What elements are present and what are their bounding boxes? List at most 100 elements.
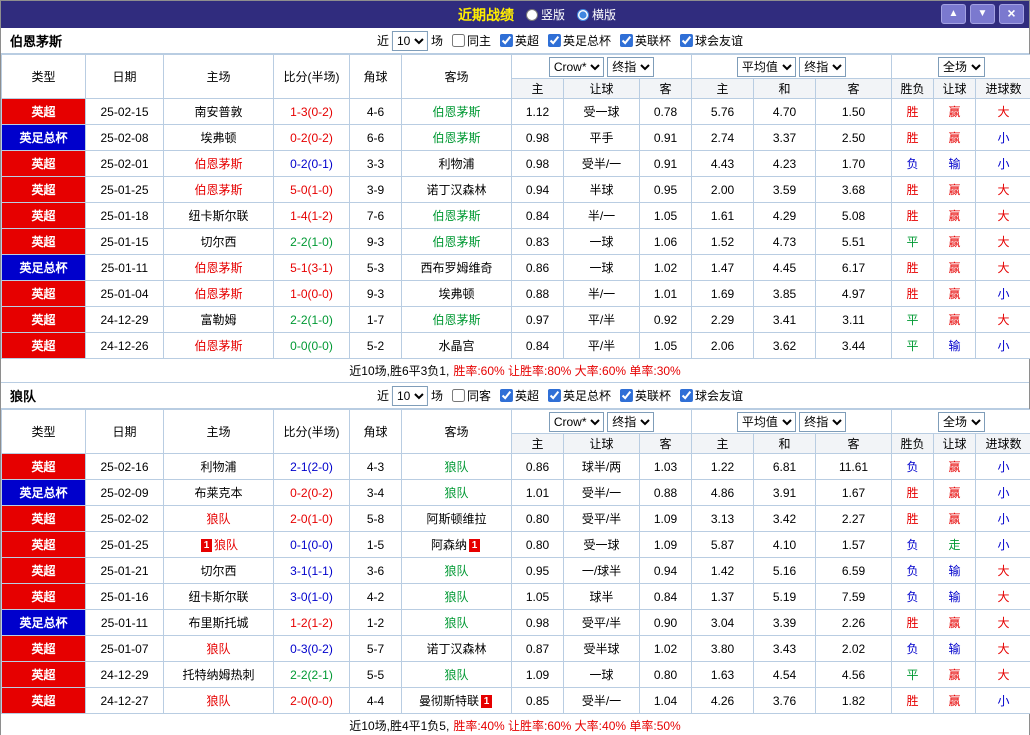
- close-button[interactable]: ×: [999, 4, 1024, 24]
- avg-draw: 3.41: [753, 306, 817, 333]
- layout-horizontal-radio[interactable]: [577, 8, 589, 21]
- average-select[interactable]: 平均值: [736, 56, 796, 77]
- league-filter-eflcup[interactable]: 英联杯: [620, 387, 671, 404]
- league-checkbox-friendly[interactable]: [680, 34, 694, 47]
- avg-away: 1.70: [815, 150, 893, 177]
- result-goals: 大: [975, 98, 1030, 125]
- scope-select[interactable]: 全场: [938, 56, 986, 77]
- league-badge: 英超: [1, 98, 86, 125]
- match-row: 英足总杯 25-01-11 布里斯托城 1-2(1-2) 1-2 狼队 0.98…: [1, 609, 1030, 636]
- section-summary-1: 近10场,胜6平3负1, 胜率:60% 让胜率:80% 大率:60% 单率:30…: [1, 359, 1029, 383]
- league-filter-epl[interactable]: 英超: [499, 387, 539, 404]
- layout-vertical-radio[interactable]: [525, 8, 538, 21]
- summary-record: 近10场,胜4平1负5,: [349, 719, 450, 733]
- league-badge: 英足总杯: [1, 254, 86, 281]
- home-team: 利物浦: [163, 453, 274, 480]
- league-filter-facup[interactable]: 英足总杯: [548, 387, 611, 404]
- match-date: 25-02-02: [85, 505, 164, 532]
- final-index-select[interactable]: 终指: [607, 411, 655, 432]
- recent-count-select[interactable]: 10: [391, 30, 428, 51]
- league-filter-epl[interactable]: 英超: [499, 32, 539, 49]
- odds-away: 0.88: [638, 479, 693, 506]
- result-outcome: 负: [891, 453, 935, 480]
- match-row: 英足总杯 25-02-09 布莱克本 0-2(0-2) 3-4 狼队 1.01 …: [1, 479, 1030, 506]
- odds-handicap: 受半/一: [563, 687, 640, 714]
- move-up-button[interactable]: ▲: [941, 4, 966, 24]
- result-goals: 大: [975, 176, 1030, 203]
- same-venue-option[interactable]: 同客: [451, 387, 491, 404]
- odds-home: 0.95: [511, 557, 564, 584]
- dialog-title: 近期战绩: [457, 6, 514, 23]
- recent-results-dialog: 近期战绩 竖版 横版 ▲ ▼ × 伯恩茅斯 近 10 场 同主 英超 英足总杯 …: [0, 0, 1030, 735]
- layout-horizontal-option[interactable]: 横版: [577, 6, 616, 23]
- odds-handicap: 受半/一: [563, 479, 640, 506]
- avg-home: 1.63: [691, 661, 755, 688]
- league-checkbox-facup[interactable]: [548, 34, 562, 47]
- avg-home: 4.26: [691, 687, 755, 714]
- odds-away: 1.02: [638, 635, 693, 662]
- move-down-button[interactable]: ▼: [970, 4, 995, 24]
- corner-score: 3-4: [349, 479, 402, 506]
- final-index-select-2[interactable]: 终指: [799, 56, 847, 77]
- corner-score: 5-3: [349, 254, 402, 281]
- league-checkbox-facup[interactable]: [548, 389, 562, 402]
- odds-home: 0.98: [511, 124, 564, 151]
- result-goals: 小: [975, 150, 1030, 177]
- league-label-friendly: 球会友谊: [695, 389, 744, 403]
- up-arrow-icon: ▲: [948, 8, 959, 19]
- home-team: 狼队: [163, 635, 274, 662]
- result-goals: 小: [975, 479, 1030, 506]
- league-checkbox-epl[interactable]: [499, 389, 513, 402]
- same-venue-checkbox[interactable]: [451, 34, 465, 47]
- league-badge: 英超: [1, 332, 86, 359]
- league-filter-friendly[interactable]: 球会友谊: [680, 387, 743, 404]
- result-outcome: 平: [891, 228, 935, 255]
- match-date: 25-01-18: [85, 202, 164, 229]
- odds-handicap: 半/一: [563, 280, 640, 307]
- league-checkbox-eflcup[interactable]: [620, 389, 634, 402]
- league-checkbox-eflcup[interactable]: [620, 34, 634, 47]
- odds-company-select[interactable]: Crow*: [548, 411, 604, 432]
- league-filter-friendly[interactable]: 球会友谊: [680, 32, 743, 49]
- match-score: 1-4(1-2): [273, 202, 350, 229]
- section-team-name: 狼队: [10, 389, 37, 404]
- odds-away: 0.91: [638, 150, 693, 177]
- odds-handicap: 受半/一: [563, 150, 640, 177]
- odds-home: 1.05: [511, 583, 564, 610]
- avg-draw: 4.10: [753, 531, 817, 558]
- avg-home: 1.22: [691, 453, 755, 480]
- scope-select[interactable]: 全场: [938, 411, 986, 432]
- col-header-home: 主场: [163, 409, 274, 454]
- summary-record: 近10场,胜6平3负1,: [349, 364, 450, 378]
- odds-handicap: 半球: [563, 176, 640, 203]
- summary-rates: 胜率:60% 让胜率:80% 大率:60% 单率:30%: [453, 364, 681, 378]
- league-filter-eflcup[interactable]: 英联杯: [620, 32, 671, 49]
- same-venue-checkbox[interactable]: [451, 389, 465, 402]
- match-date: 24-12-29: [85, 661, 164, 688]
- team-section-2: 狼队 近 10 场 同客 英超 英足总杯 英联杯 球会友谊 类型 日期 主场 比…: [1, 383, 1030, 735]
- final-index-select[interactable]: 终指: [607, 56, 655, 77]
- recent-count-select[interactable]: 10: [391, 385, 428, 406]
- col-avg-draw: 和: [753, 433, 817, 454]
- corner-score: 9-3: [349, 280, 402, 307]
- layout-vertical-label: 竖版: [540, 8, 565, 22]
- average-select[interactable]: 平均值: [736, 411, 796, 432]
- league-checkbox-friendly[interactable]: [680, 389, 694, 402]
- same-venue-option[interactable]: 同主: [451, 32, 491, 49]
- league-checkbox-epl[interactable]: [499, 34, 513, 47]
- layout-vertical-option[interactable]: 竖版: [525, 6, 565, 23]
- away-team: 诺丁汉森林: [401, 635, 512, 662]
- odds-away: 1.05: [638, 202, 693, 229]
- league-badge: 英超: [1, 228, 86, 255]
- league-filter-facup[interactable]: 英足总杯: [548, 32, 611, 49]
- odds-company-select[interactable]: Crow*: [548, 56, 604, 77]
- match-date: 24-12-27: [85, 687, 164, 714]
- section-summary-2: 近10场,胜4平1负5, 胜率:40% 让胜率:60% 大率:40% 单率:50…: [1, 714, 1029, 735]
- avg-home: 3.04: [691, 609, 755, 636]
- result-outcome: 胜: [891, 176, 935, 203]
- home-team: 托特纳姆热刺: [163, 661, 274, 688]
- match-date: 25-01-16: [85, 583, 164, 610]
- avg-draw: 3.43: [753, 635, 817, 662]
- result-goals: 小: [975, 531, 1030, 558]
- final-index-select-2[interactable]: 终指: [799, 411, 847, 432]
